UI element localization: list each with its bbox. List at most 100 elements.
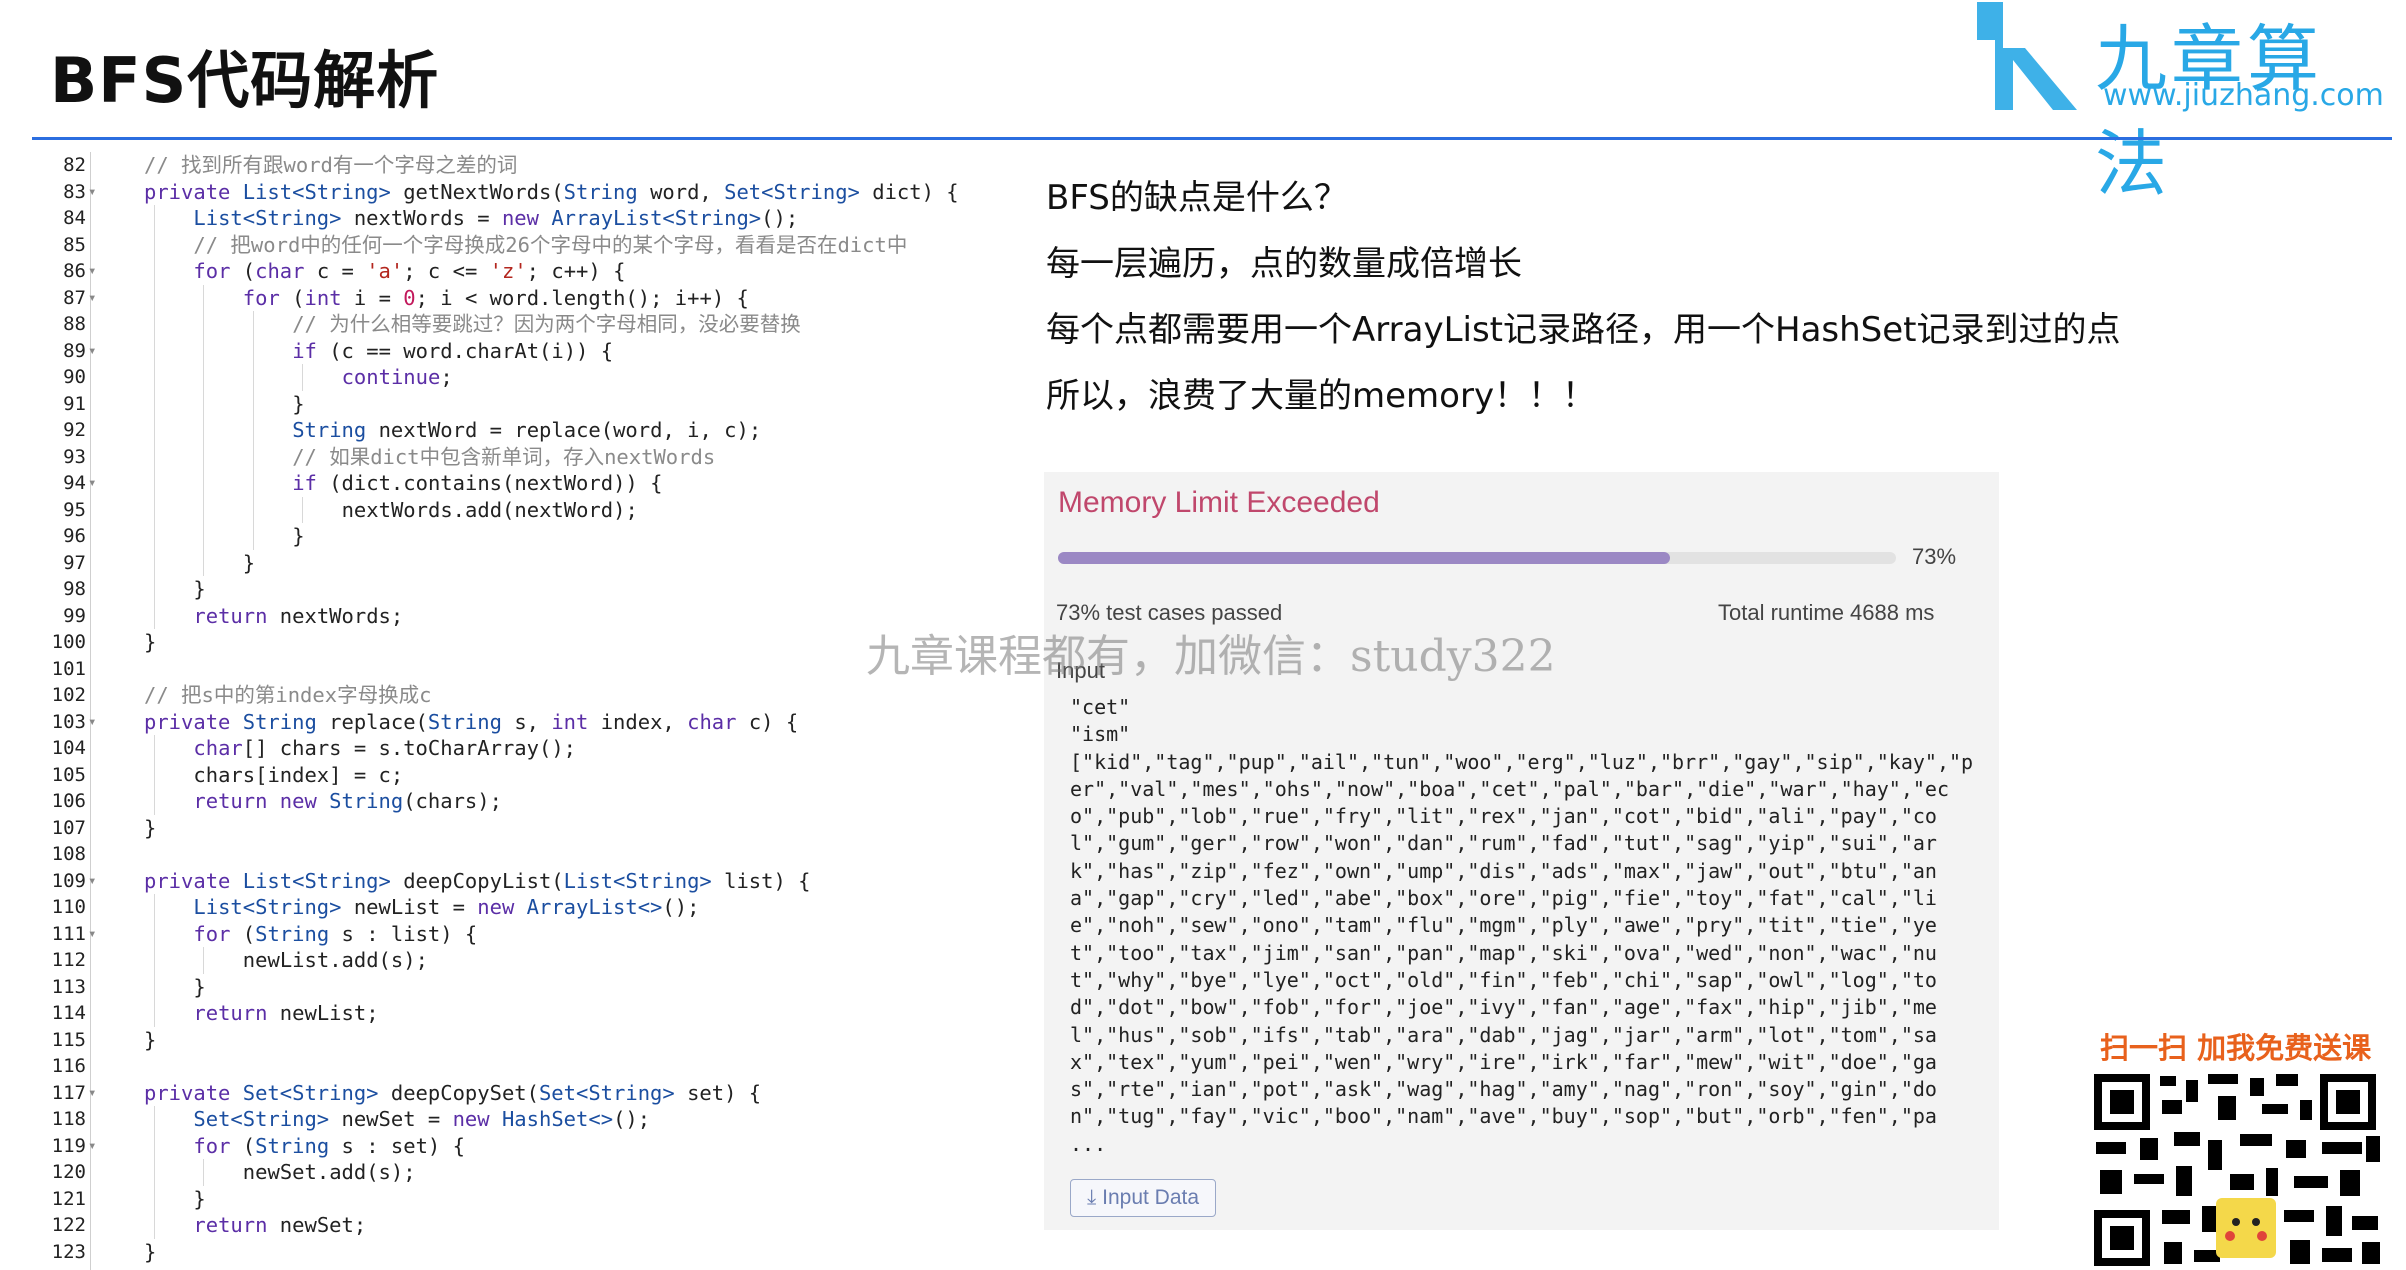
indent-guide: [154, 258, 155, 285]
code-token: // 如果dict中包含新单词，存入nextWords: [292, 444, 716, 469]
fold-arrow-icon[interactable]: ▾: [88, 709, 96, 736]
indent-guide: [252, 443, 254, 470]
indent-guide: [154, 231, 155, 258]
fold-arrow-icon[interactable]: ▾: [88, 1133, 96, 1160]
code-token: 'z': [489, 259, 527, 283]
code-token: String: [255, 921, 342, 946]
code-token: return new: [193, 789, 330, 813]
code-text: return newSet;: [193, 1212, 366, 1239]
code-token: String: [427, 709, 515, 734]
indent-guide: [203, 311, 205, 338]
indent-guide: [203, 496, 205, 523]
code-token: set) {: [687, 1080, 762, 1105]
code-token: private: [144, 179, 243, 204]
code-token: c) {: [748, 709, 799, 734]
code-text: return newList;: [193, 1000, 378, 1027]
code-token: chars[index] = c;: [193, 762, 404, 787]
input-line: t","why","bye","lye","oct","old","fin","…: [1070, 967, 1937, 992]
indent-guide: [154, 443, 155, 470]
line-number: 112: [51, 949, 86, 971]
indent-guide: [154, 364, 155, 391]
code-token: private: [144, 868, 243, 893]
point-1: 每一层遍历，点的数量成倍增长: [1046, 244, 1522, 284]
code-listing: 82// 找到所有跟word有一个字母之差的词 83 ▾ private List<S…: [38, 152, 1018, 1270]
code-token: ArrayList<>: [526, 895, 663, 919]
code-text: private List<String> getNextWords(String…: [144, 179, 959, 206]
input-data-label: Input Data: [1102, 1186, 1200, 1209]
code-text: nextWords.add(nextWord);: [342, 497, 638, 524]
code-token: ();: [761, 206, 799, 230]
code-token: list) {: [724, 868, 811, 893]
line-number: 119: [51, 1134, 86, 1157]
input-data-button[interactable]: ⤓ Input Data: [1070, 1179, 1217, 1217]
code-text: }: [193, 1186, 205, 1213]
line-number: 97: [63, 551, 86, 574]
indent-guide: [252, 364, 254, 391]
line-number: 103: [51, 710, 86, 733]
code-text: // 为什么相等要跳过？因为两个字母相同，没必要替换: [292, 311, 801, 338]
fold-arrow-icon[interactable]: ▾: [88, 179, 96, 206]
input-line: d","dot","bow","fob","for","joe","ivy","…: [1070, 995, 1937, 1020]
fold-arrow-icon[interactable]: ▾: [88, 258, 96, 285]
code-token: s : list) {: [341, 921, 478, 946]
code-token: }: [193, 577, 206, 601]
code-token: deepCopySet(: [390, 1080, 539, 1105]
code-text: for (int i = 0; i < word.length(); i++) …: [243, 285, 749, 312]
input-line: o","pub","lob","rue","fry","lit","rex","…: [1070, 804, 1937, 829]
line-number: 98: [63, 578, 86, 600]
indent-guide: [154, 735, 155, 762]
indent-guide: [252, 390, 254, 417]
point-2: 每个点都需要用一个ArrayList记录路径，用一个HashSet记录到过的点: [1046, 310, 2121, 350]
code-token: nextWords.add(nextWord);: [341, 497, 638, 522]
line-number: 91: [63, 392, 86, 415]
code-text: chars[index] = c;: [193, 762, 403, 789]
logo-mark-icon: [1977, 2, 2077, 110]
indent-guide: [252, 523, 254, 550]
code-text: }: [292, 523, 304, 550]
code-text: for (String s : set) {: [193, 1133, 465, 1160]
code-text: // 找到所有跟word有一个字母之差的词: [144, 152, 517, 179]
indent-guide: [203, 947, 205, 974]
input-line: l","hus","sob","ifs","tab","ara","dab","…: [1070, 1022, 1937, 1047]
line-number: 93: [63, 445, 86, 468]
code-token: if: [292, 471, 330, 495]
indent-guide: [203, 470, 205, 497]
indent-guide: [203, 337, 205, 364]
line-number: 85: [63, 233, 86, 256]
input-line: x","tex","yum","pei","wen","wry","ire","…: [1070, 1049, 1937, 1074]
code-token: (: [242, 259, 256, 283]
line-number: 123: [51, 1240, 86, 1263]
code-token: (: [242, 921, 256, 946]
code-token: Set<String>: [724, 179, 873, 204]
input-line: k","has","zip","fez","own","ump","dis","…: [1070, 858, 1937, 883]
code-token: List<String>: [193, 206, 354, 230]
indent-guide: [154, 761, 155, 788]
fold-arrow-icon[interactable]: ▾: [88, 285, 96, 312]
code-token: [] chars = s.toCharArray();: [242, 736, 577, 760]
fold-arrow-icon[interactable]: ▾: [88, 470, 96, 497]
code-token: s,: [514, 709, 552, 734]
slide-title: BFS代码解析: [50, 44, 440, 117]
code-token: // 找到所有跟word有一个字母之差的词: [144, 153, 518, 177]
line-number: 96: [63, 525, 86, 547]
code-token: ;: [440, 365, 453, 389]
line-number: 115: [51, 1028, 86, 1051]
line-number: 107: [51, 816, 86, 839]
header-rule: [32, 137, 2392, 140]
fold-arrow-icon[interactable]: ▾: [88, 868, 96, 895]
code-token: String: [563, 179, 651, 204]
fold-arrow-icon[interactable]: ▾: [88, 921, 96, 948]
fold-arrow-icon[interactable]: ▾: [88, 1080, 96, 1107]
code-token: List<String>: [563, 868, 725, 893]
fold-arrow-icon[interactable]: ▾: [88, 338, 96, 365]
code-token: 'a': [366, 259, 404, 283]
input-line: ["kid","tag","pup","ail","tun","woo","er…: [1070, 749, 1974, 774]
indent-guide: [203, 443, 205, 470]
indent-guide: [154, 788, 155, 815]
code-token: getNextWords(: [403, 179, 564, 204]
code-token: (c == word.charAt(i)) {: [329, 338, 614, 363]
watermark: 九章课程都有，加微信：study322: [866, 631, 1556, 682]
indent-guide: [154, 1159, 155, 1186]
code-text: // 把s中的第index字母换成c: [144, 682, 431, 709]
code-text: newList.add(s);: [243, 947, 428, 974]
